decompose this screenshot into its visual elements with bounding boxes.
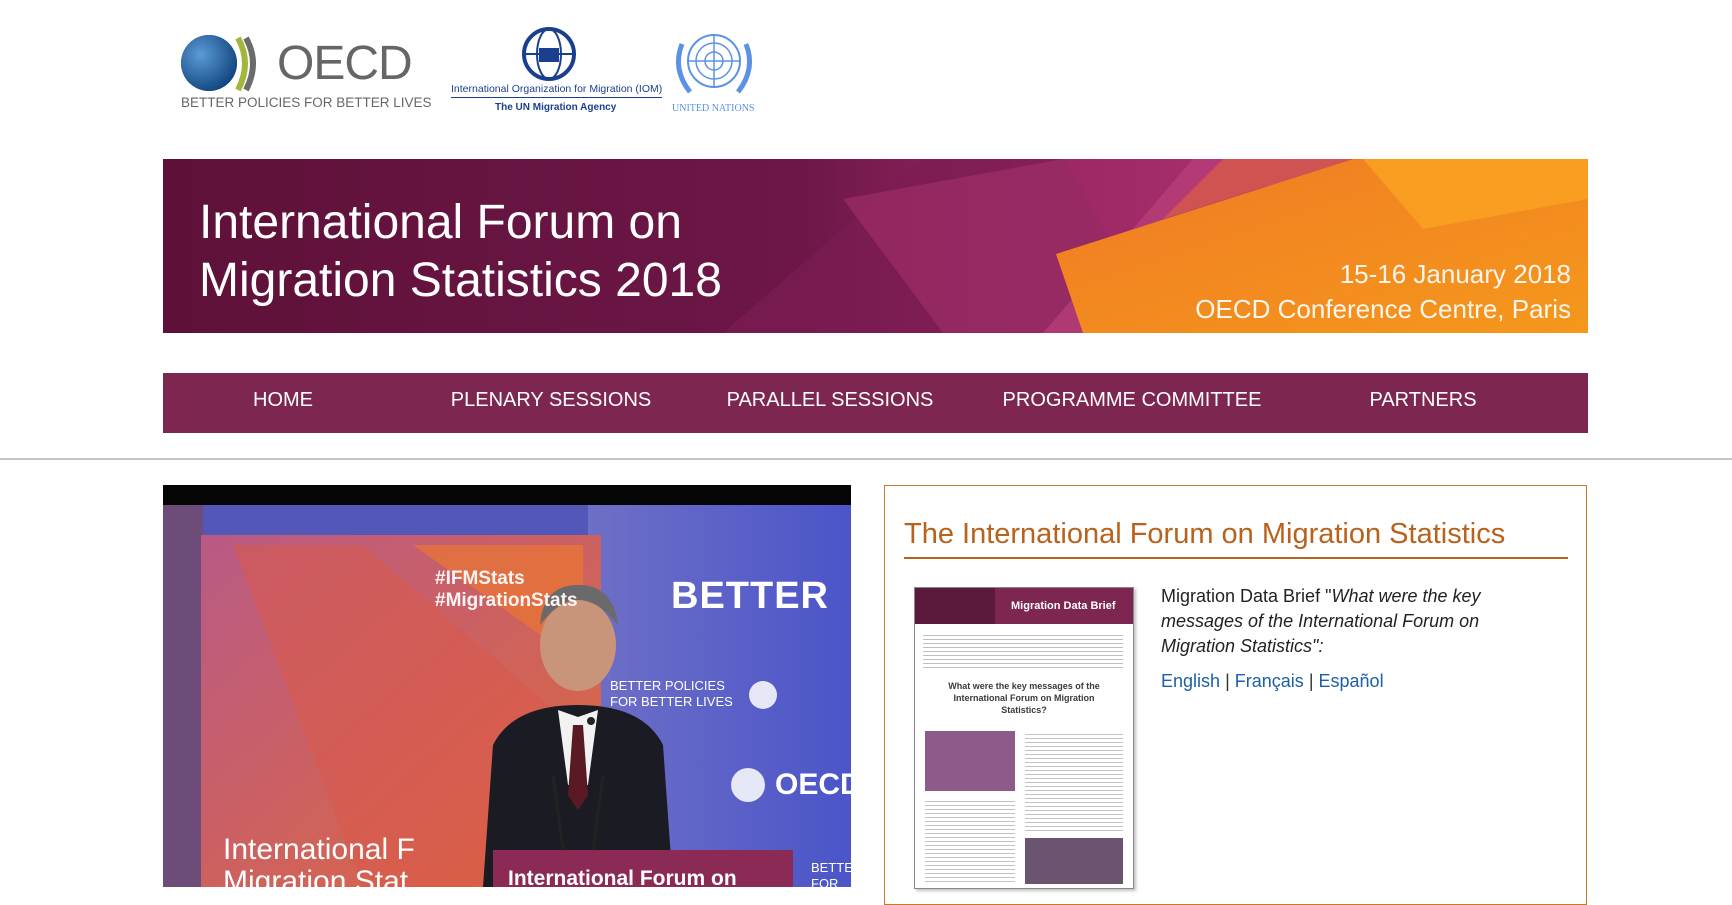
brief-description: Migration Data Brief "What were the key … (1161, 584, 1556, 659)
event-banner: International Forum on Migration Statist… (163, 159, 1588, 333)
oecd-tagline: BETTER POLICIES FOR BETTER LIVES (181, 95, 432, 110)
banner-title-line2: Migration Statistics 2018 (199, 254, 722, 307)
photo-backdrop-tagline-1: BETTER POLICIES (610, 678, 725, 693)
un-emblem-icon (675, 34, 753, 94)
photo-hashtag-2: #MigrationStats (435, 590, 578, 611)
iom-emblem-icon (522, 27, 576, 81)
brief-prefix: Migration Data Brief " (1161, 586, 1332, 606)
link-separator: | (1225, 671, 1230, 691)
link-separator: | (1308, 671, 1314, 691)
photo-backdrop-org: OECD (775, 768, 851, 801)
nav-item-parallel-sessions[interactable]: PARALLEL SESSIONS (714, 373, 946, 433)
nav-item-home[interactable]: HOME (218, 373, 348, 433)
panel-title: The International Forum on Migration Sta… (904, 518, 1568, 559)
migration-data-brief-thumbnail[interactable]: Migration Data Brief What were the key m… (914, 587, 1134, 889)
iom-name: International Organization for Migration… (451, 83, 663, 98)
banner-date: 15-16 January 2018 (1339, 259, 1571, 289)
photo-podium-text: International Forum on (508, 867, 737, 887)
banner-venue: OECD Conference Centre, Paris (1195, 294, 1571, 324)
un-logo[interactable]: UNITED NATIONS (668, 24, 763, 118)
photo-scene (163, 485, 851, 887)
photo-side-text-1: BETTE (811, 860, 851, 875)
photo-banner-text-1: International F (223, 833, 415, 866)
banner-title-line1: International Forum on (199, 196, 682, 249)
oecd-logo-text: OECD (277, 37, 413, 90)
main-nav: HOME PLENARY SESSIONS PARALLEL SESSIONS … (163, 373, 1588, 433)
link-english[interactable]: English (1161, 671, 1220, 691)
forum-info-panel: The International Forum on Migration Sta… (884, 485, 1587, 905)
header-divider (0, 458, 1732, 460)
thumb-header: Migration Data Brief (1011, 600, 1116, 612)
photo-backdrop-tagline-2: FOR BETTER LIVES (610, 694, 733, 709)
thumb-heading: What were the key messages of the Intern… (948, 681, 1100, 715)
partner-logos: OECD BETTER POLICIES FOR BETTER LIVES In… (0, 0, 1732, 150)
photo-hashtag-1: #IFMStats (435, 568, 525, 589)
banner-date-venue: 15-16 January 2018 OECD Conference Centr… (1195, 257, 1571, 327)
photo-banner-text-2: Migration Stat (223, 865, 409, 887)
forum-photo[interactable]: #IFMStats #MigrationStats BETTER BETTER … (163, 485, 851, 887)
banner-title: International Forum on Migration Statist… (199, 194, 722, 310)
language-links: English | Français | Español (1161, 671, 1384, 692)
iom-tagline: The UN Migration Agency (495, 102, 617, 113)
iom-logo[interactable]: International Organization for Migration… (450, 26, 663, 118)
link-francais[interactable]: Français (1235, 671, 1304, 691)
nav-item-plenary-sessions[interactable]: PLENARY SESSIONS (433, 373, 669, 433)
oecd-logo[interactable]: OECD BETTER POLICIES FOR BETTER LIVES (180, 30, 432, 115)
photo-side-text-2: FOR BE (811, 876, 839, 887)
link-espanol[interactable]: Español (1319, 671, 1384, 691)
un-logo-text: UNITED NATIONS (672, 103, 755, 114)
nav-item-programme-committee[interactable]: PROGRAMME COMMITTEE (996, 373, 1268, 433)
nav-item-partners[interactable]: PARTNERS (1363, 373, 1483, 433)
photo-backdrop-word: BETTER (671, 575, 829, 617)
